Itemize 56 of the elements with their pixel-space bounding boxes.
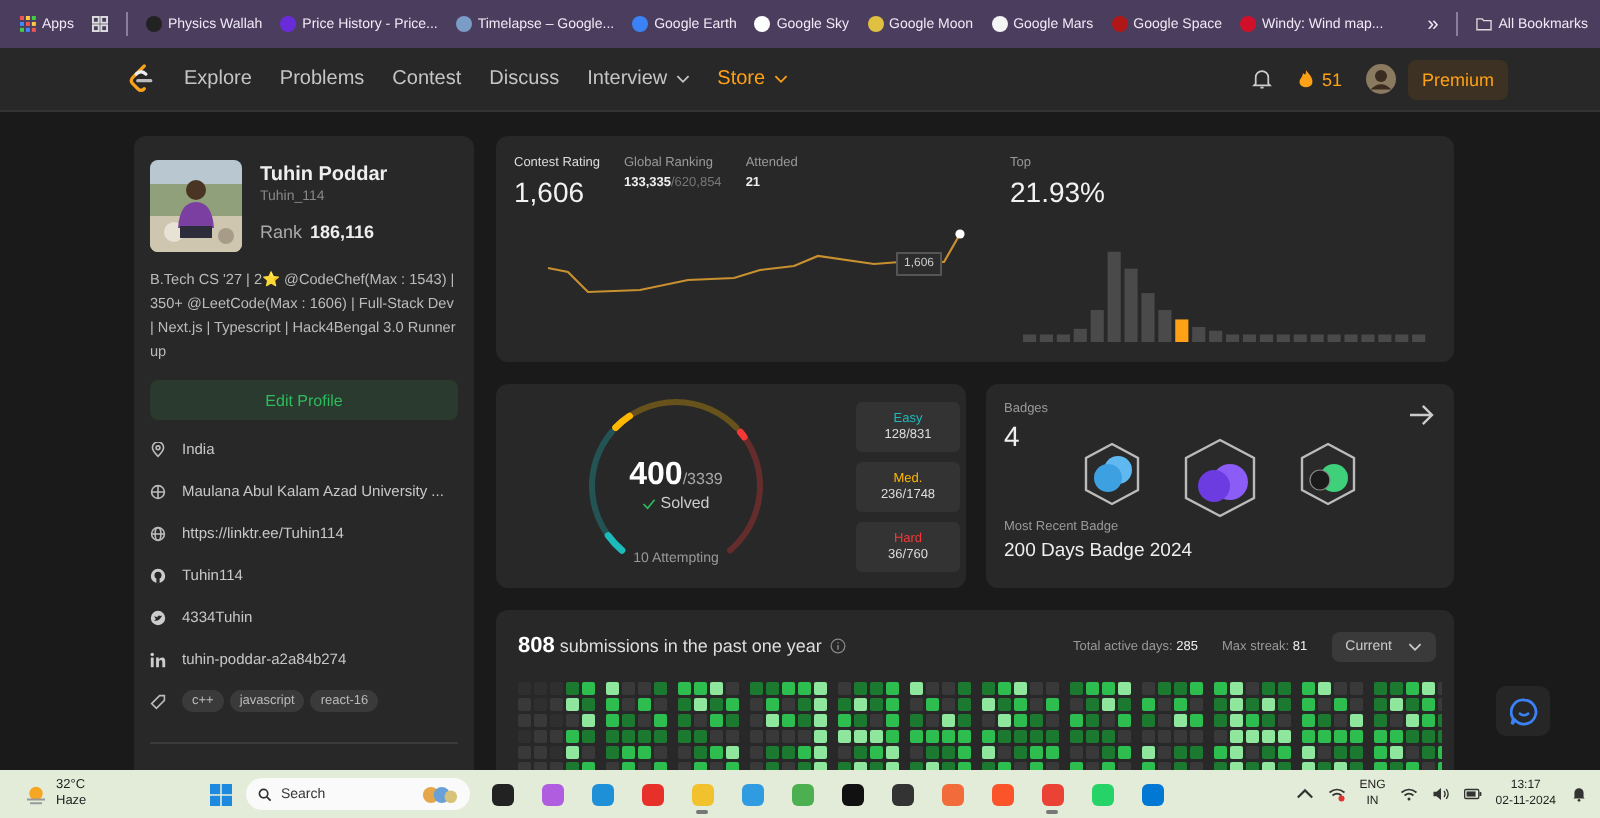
chevron-down-icon [675, 74, 690, 84]
nav-link[interactable]: Explore [184, 68, 252, 90]
nav-link[interactable]: Problems [279, 68, 365, 90]
windows-start-icon[interactable] [210, 783, 233, 805]
submissions-heading: 808 submissions in the past one year [518, 634, 822, 658]
logo-icon[interactable] [128, 64, 154, 94]
solved-label: Solved [642, 494, 710, 512]
tab-groups-icon[interactable] [91, 16, 108, 32]
premium-button[interactable]: Premium [1407, 59, 1508, 99]
point-marker [955, 229, 965, 239]
wifi-icon[interactable] [1399, 786, 1418, 802]
nav-link[interactable]: Store [717, 68, 788, 90]
avatar-icon[interactable] [1365, 64, 1396, 94]
flame-icon [1297, 69, 1314, 89]
rating-value: 1,606 [514, 176, 587, 208]
chevron-down-icon [773, 74, 788, 84]
bell-icon[interactable] [1251, 68, 1272, 90]
rank-value: 186,116 [310, 222, 375, 242]
gauge-fill [612, 412, 633, 432]
chevron-up-icon[interactable] [1295, 786, 1314, 802]
speaker-icon[interactable] [1431, 786, 1450, 802]
top-percent: 21.93% [1010, 176, 1107, 208]
arrow-right-icon[interactable] [1408, 404, 1434, 426]
info-icon[interactable] [829, 638, 846, 654]
rank-label: Rank [260, 222, 303, 242]
smiley-chat-icon [1509, 697, 1537, 725]
search-icon [258, 787, 273, 801]
more-bookmarks-button[interactable]: » [1427, 13, 1439, 35]
bird-icon [150, 609, 166, 625]
network-icon[interactable] [1327, 786, 1346, 802]
badge-icon[interactable] [1082, 442, 1142, 506]
badge-count: 4 [1004, 420, 1020, 452]
chevron-down-icon [1408, 641, 1422, 651]
folder-icon [1476, 16, 1493, 32]
nav-link[interactable]: Contest [392, 68, 462, 90]
gauge-fill [604, 532, 626, 554]
gauge-fill [736, 428, 748, 441]
badge-icon[interactable] [1182, 437, 1258, 517]
github-icon [150, 567, 166, 583]
notification-bell-icon[interactable] [1570, 786, 1589, 802]
nav-link[interactable]: Discuss [489, 68, 560, 90]
solved-count: 400/3339 [629, 458, 723, 494]
check-icon [642, 497, 657, 509]
streak-counter[interactable]: 51 [1297, 69, 1342, 89]
user-name: Tuhin Poddar [260, 164, 388, 186]
globe-icon [150, 525, 166, 541]
battery-icon[interactable] [1463, 786, 1482, 802]
recent-badge-name: 200 Days Badge 2024 [1004, 540, 1195, 562]
nav-link[interactable]: Interview [587, 68, 690, 90]
linkedin-icon [150, 651, 166, 667]
badge-icon[interactable] [1298, 442, 1358, 506]
tag-icon [150, 693, 166, 709]
location-pin-icon [150, 441, 166, 457]
edit-profile-button[interactable]: Edit Profile [150, 380, 458, 420]
apps-grid-icon [20, 16, 36, 32]
chat-button[interactable] [1496, 686, 1550, 736]
